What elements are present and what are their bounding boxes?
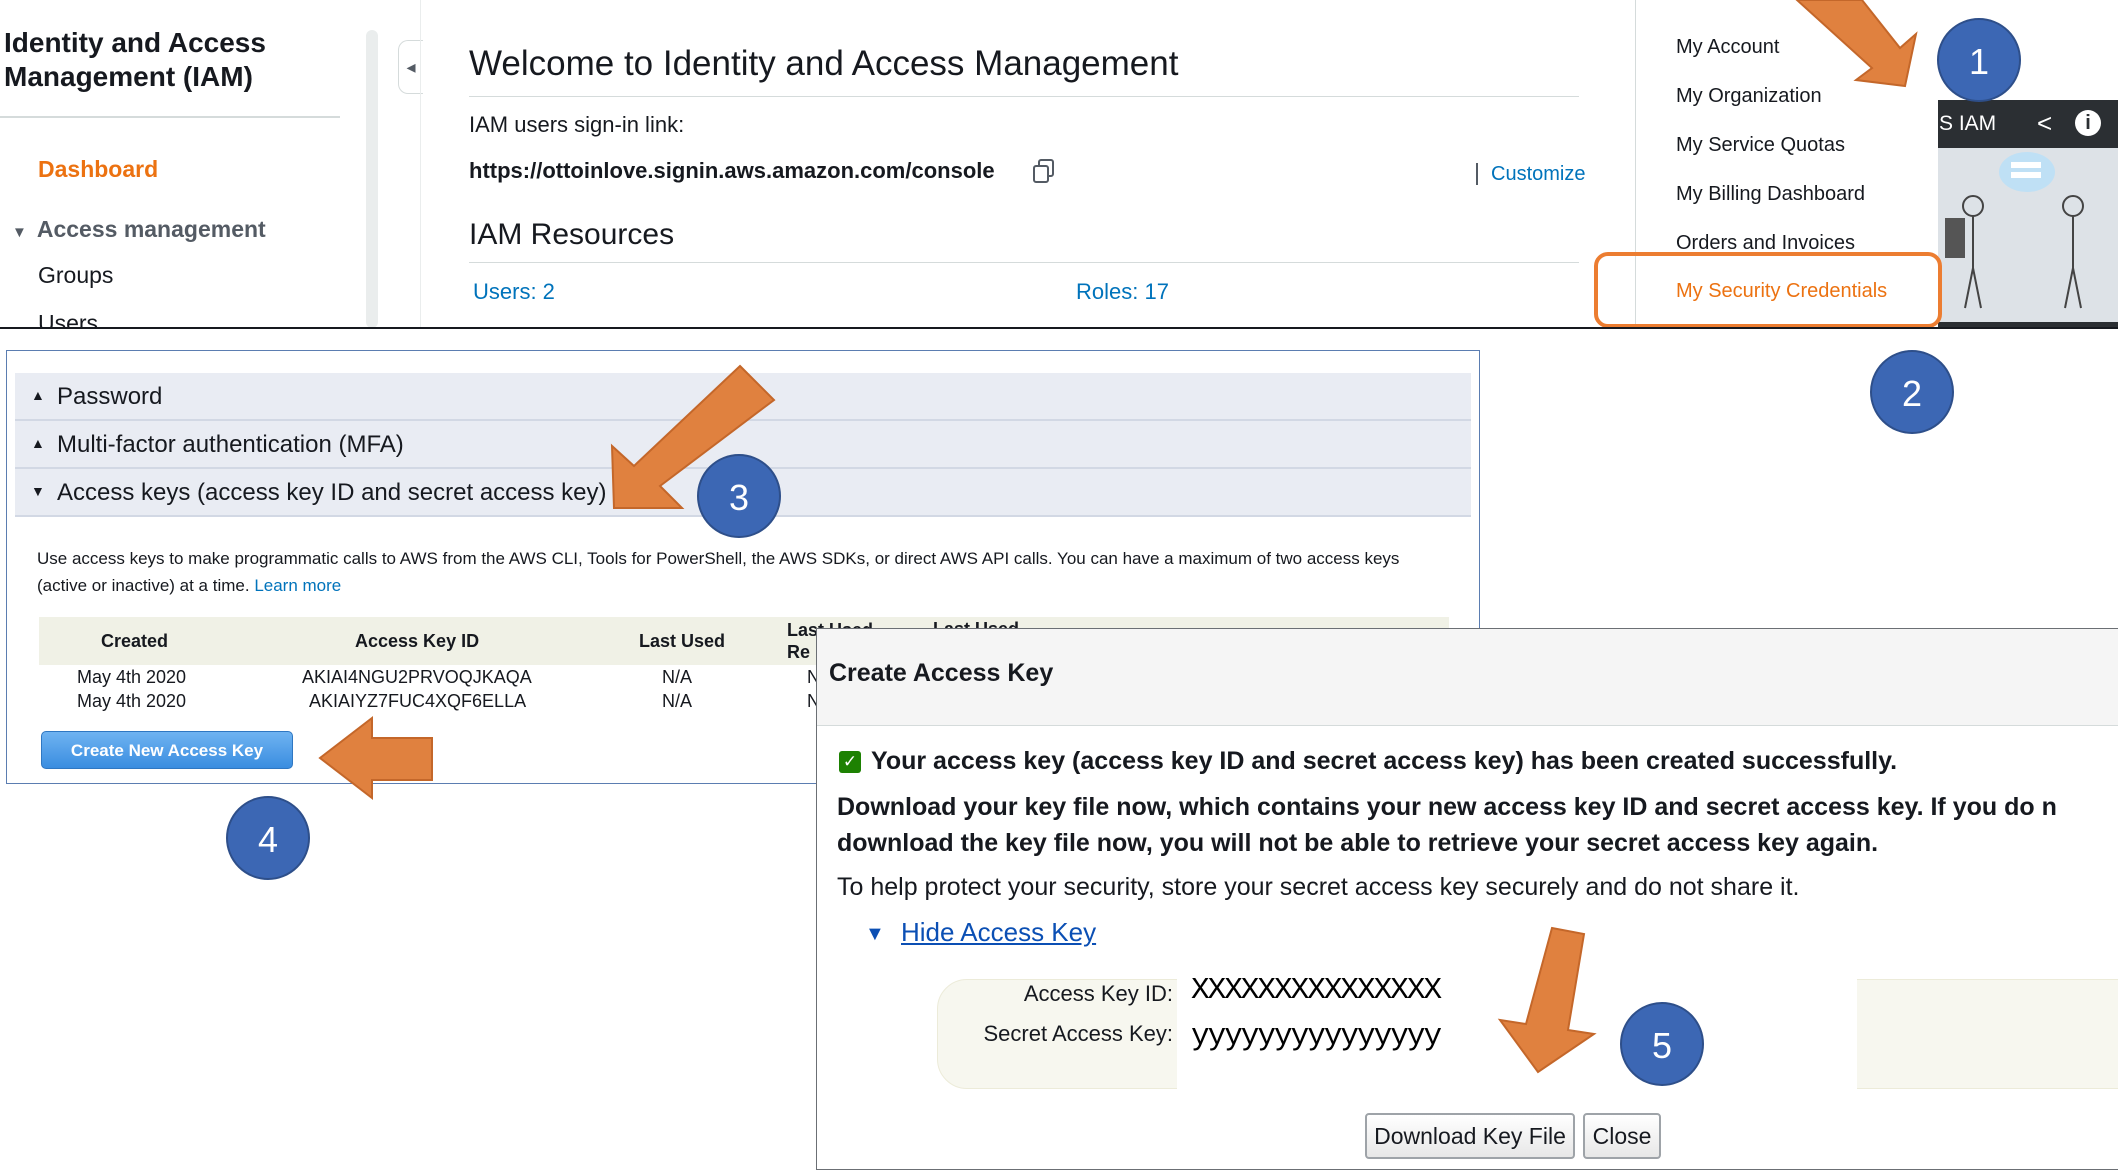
arrow-overlay [318,0,1918,1074]
step-badge-5: 5 [1620,1002,1704,1086]
step-badge-2: 2 [1870,350,1954,434]
arrow-icon [1497,926,1597,1074]
step-badge-1: 1 [1937,18,2021,102]
arrow-icon [318,715,433,801]
step-badge-4: 4 [226,796,310,880]
arrow-icon [1795,0,1918,88]
step-badge-3: 3 [697,454,781,538]
